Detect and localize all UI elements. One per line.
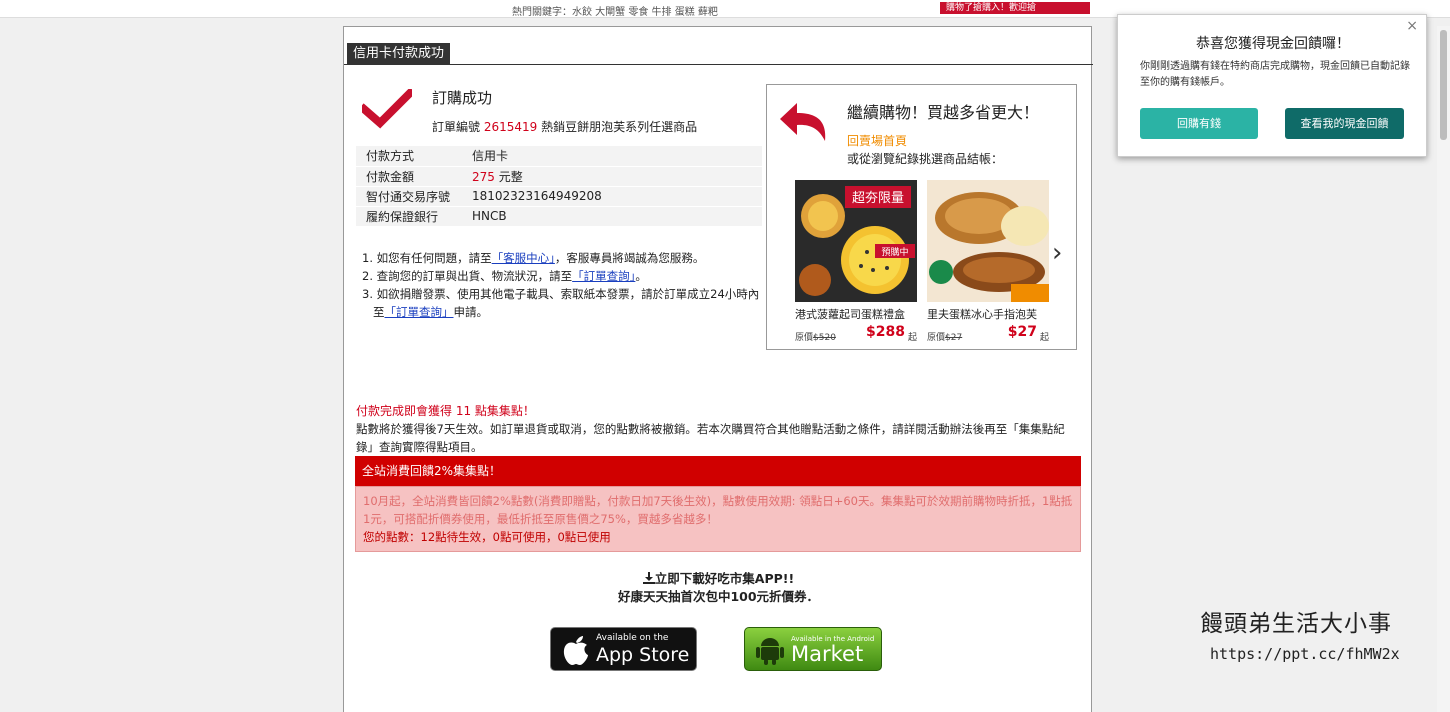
cheesecake-image: 超夯限量 預購中 <box>795 180 917 302</box>
view-cashback-button[interactable]: 查看我的現金回饋 <box>1285 108 1404 139</box>
top-ad-text: 購物了搶購入！歡迎搶 <box>946 3 1037 13</box>
list-item: 2. 查詢您的訂單與出貨、物流狀況，請至「訂單查詢」。 <box>362 267 762 285</box>
order-number-label: 訂單編號 <box>432 120 481 134</box>
payment-value: 18102323164949208 <box>462 186 762 207</box>
original-price-value: $520 <box>813 333 836 343</box>
chevron-right-icon[interactable]: › <box>1052 240 1062 266</box>
payment-label: 付款金額 <box>356 166 462 187</box>
sale-price: $288 <box>866 324 905 340</box>
original-price-label: 原價 <box>927 333 946 343</box>
product-tag: 超夯限量 <box>852 191 904 206</box>
app-download-text: 立即下載好吃市集APP!! <box>654 571 795 586</box>
app-store-label: App Store <box>596 644 690 666</box>
download-icon <box>642 572 655 584</box>
return-button[interactable]: 回購有錢 <box>1140 108 1258 139</box>
points-detail-box: 10月起，全站消費皆回饋2%點數(消費即贈點，付款日加7天後生效)，點數使用效期… <box>355 486 1081 552</box>
original-price: 原價$520 <box>795 330 836 343</box>
payment-amount: 275 <box>472 169 495 184</box>
cashback-popup: × 恭喜您獲得現金回饋囉！ 你剛剛透過購有錢在特約商店完成購物，現金回饋已自動記… <box>1117 14 1427 157</box>
table-row: 付款金額 275 元整 <box>356 166 762 187</box>
hot-keywords[interactable]: 熱門關鍵字：水餃 大閘蟹 零食 牛排 蛋糕 藓粑 <box>512 3 718 18</box>
order-result-panel: 信用卡付款成功 訂購成功 訂單編號 2615419 熱銷豆餅朋泡芙系列任選商品 … <box>343 26 1093 712</box>
promo-subtitle: 或從瀏覽紀錄挑選商品結帳： <box>847 152 1004 166</box>
product-name[interactable]: 里夫蛋糕冰心手指泡芙 <box>927 306 1049 322</box>
product-card[interactable]: 超夯限量 預購中 港式菠蘿起司蛋糕禮盒 原價$520 $288 起 <box>795 180 917 344</box>
note-text: 2. 查詢您的訂單與出貨、物流狀況，請至 <box>362 269 573 283</box>
continue-shopping-box: 繼續購物！買越多省更大！ 回賣場首頁 或從瀏覽紀錄挑選商品結帳： 超夯限量 預購… <box>766 84 1077 350</box>
android-icon <box>756 638 784 665</box>
price-unit: 起 <box>907 333 917 343</box>
table-row: 智付通交易序號 18102323164949208 <box>356 186 762 207</box>
section-title: 信用卡付款成功 <box>347 43 451 65</box>
product-image[interactable] <box>927 180 1049 302</box>
customer-service-link[interactable]: 「客服中心」 <box>492 251 555 265</box>
promo-title: 繼續購物！買越多省更大！ <box>847 103 1040 122</box>
order-number-line: 訂單編號 2615419 熱銷豆餅朋泡芙系列任選商品 <box>432 118 697 135</box>
table-row: 付款方式 信用卡 <box>356 146 762 167</box>
cashback-banner: 全站消費回饋2%集集點！ <box>355 456 1081 486</box>
payment-value: 275 元整 <box>462 166 762 187</box>
note-text: 申請。 <box>453 305 489 319</box>
section-header: 信用卡付款成功 <box>344 43 1093 65</box>
eclair-image <box>927 180 1049 302</box>
order-success-title: 訂購成功 <box>432 89 493 107</box>
list-item: 1. 如您有任何問題，請至「客服中心」，客服專員將竭誠為您服務。 <box>362 249 762 267</box>
sale-price: $27 <box>1007 324 1037 340</box>
back-arrow-icon[interactable] <box>777 97 831 145</box>
points-title: 付款完成即會獲得 11 點集集點！ <box>356 404 535 418</box>
app-download-title: 立即下載好吃市集APP!! <box>344 568 1093 587</box>
app-store-button[interactable]: Available on the App Store <box>550 627 697 671</box>
scrollbar-thumb[interactable] <box>1440 30 1447 140</box>
top-ad-banner[interactable]: 購物了搶購入！歡迎搶 <box>940 2 1090 14</box>
price-unit: 起 <box>1039 333 1049 343</box>
watermark-url: https://ppt.cc/fhMW2x <box>1210 645 1400 663</box>
scrollbar[interactable] <box>1437 26 1450 712</box>
apple-icon <box>563 636 588 665</box>
payment-label: 履約保證銀行 <box>356 206 462 227</box>
list-item: 3. 如欲捐贈發票、使用其他電子載具、索取紙本發票，請於訂單成立24小時內至「訂… <box>362 285 762 321</box>
close-icon[interactable]: × <box>1406 19 1418 33</box>
product-card[interactable]: 里夫蛋糕冰心手指泡芙 原價$27 $27 起 <box>927 180 1049 344</box>
payment-info-table: 付款方式 信用卡 付款金額 275 元整 智付通交易序號 18102323164… <box>356 146 762 227</box>
product-name[interactable]: 港式菠蘿起司蛋糕禮盒 <box>795 306 917 322</box>
market-label: Market <box>791 642 864 666</box>
app-coupon-text: 好康天天抽首次包中100元折價券． <box>617 589 820 604</box>
order-query-link[interactable]: 「訂單查詢」 <box>572 269 635 283</box>
my-points: 您的點數：12點待生效，0點可使用，0點已使用 <box>363 530 611 544</box>
product-badge: 預購中 <box>881 246 908 258</box>
order-query-link-2[interactable]: 「訂單查詢」 <box>385 305 454 319</box>
check-icon <box>362 89 412 129</box>
order-number: 2615419 <box>483 120 538 134</box>
note-text: ，客服專員將竭誠為您服務。 <box>554 251 705 265</box>
order-product: 熱銷豆餅朋泡芙系列任選商品 <box>541 120 698 134</box>
notes-list: 1. 如您有任何問題，請至「客服中心」，客服專員將竭誠為您服務。 2. 查詢您的… <box>362 249 762 321</box>
original-price-value: $27 <box>945 333 963 343</box>
note-text: 1. 如您有任何問題，請至 <box>362 251 492 265</box>
android-market-button[interactable]: Available in the Android Market <box>744 627 882 671</box>
payment-label: 付款方式 <box>356 146 462 167</box>
table-row: 履約保證銀行 HNCB <box>356 206 762 227</box>
payment-label: 智付通交易序號 <box>356 186 462 207</box>
product-image[interactable]: 超夯限量 預購中 <box>795 180 917 302</box>
original-price: 原價$27 <box>927 330 962 343</box>
payment-unit: 元整 <box>494 169 523 184</box>
payment-value: 信用卡 <box>462 146 762 167</box>
points-detail: 10月起，全站消費皆回饋2%點數(消費即贈點，付款日加7天後生效)，點數使用效期… <box>363 494 1073 526</box>
note-text: 。 <box>635 269 647 283</box>
popup-title: 恭喜您獲得現金回饋囉！ <box>1196 36 1350 52</box>
payment-value: HNCB <box>462 206 762 227</box>
original-price-label: 原價 <box>795 333 814 343</box>
home-link[interactable]: 回賣場首頁 <box>847 132 907 149</box>
watermark-title: 饅頭弟生活大小事 <box>1200 611 1392 637</box>
points-description: 點數將於獲得後7天生效。如訂單退貨或取消，您的點數將被撤銷。若本次購買符合其他贈… <box>356 422 1065 454</box>
product-prices: 原價$27 $27 起 <box>927 324 1049 344</box>
product-prices: 原價$520 $288 起 <box>795 324 917 344</box>
popup-message: 你剛剛透過購有錢在特約商店完成購物，現金回饋已自動記錄至你的購有錢帳戶。 <box>1140 61 1410 88</box>
app-store-small: Available on the <box>596 633 669 643</box>
